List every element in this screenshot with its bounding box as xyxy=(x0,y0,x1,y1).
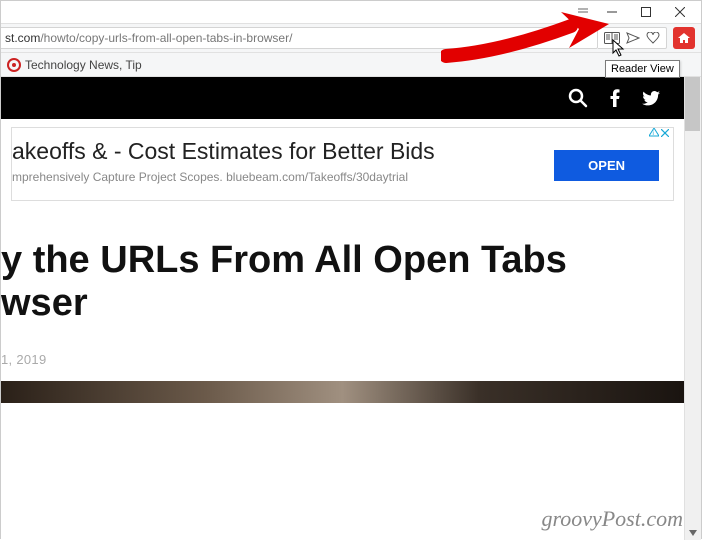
url-input[interactable]: st.com/howto/copy-urls-from-all-open-tab… xyxy=(1,27,598,49)
reader-view-icon[interactable] xyxy=(604,32,620,44)
article: y the URLs From All Open Tabs wser 1, 20… xyxy=(1,209,684,403)
bookmark-label: Technology News, Tip xyxy=(25,58,142,72)
advertisement: i akeoffs & - Cost Estimates for Better … xyxy=(11,127,674,201)
browser-menu-icon[interactable] xyxy=(571,7,595,17)
scroll-down-arrow[interactable] xyxy=(685,525,700,540)
url-path: /howto/copy-urls-from-all-open-tabs-in-b… xyxy=(40,31,292,45)
scroll-thumb[interactable] xyxy=(685,77,700,131)
facebook-icon[interactable] xyxy=(610,89,620,107)
reader-view-tooltip: Reader View xyxy=(605,60,680,78)
ad-choices[interactable]: i xyxy=(649,128,669,138)
window-close-button[interactable] xyxy=(663,2,697,22)
address-bar-actions xyxy=(598,27,667,49)
window-titlebar xyxy=(1,1,701,23)
window-minimize-button[interactable] xyxy=(595,2,629,22)
watermark: groovyPost.com xyxy=(541,506,683,532)
send-icon[interactable] xyxy=(626,32,640,44)
ad-open-button[interactable]: OPEN xyxy=(554,150,659,181)
bookmarks-bar: Technology News, Tip xyxy=(1,53,701,77)
site-header xyxy=(1,77,684,119)
scrollbar[interactable] xyxy=(684,77,701,540)
page-viewport: i akeoffs & - Cost Estimates for Better … xyxy=(1,77,701,540)
search-icon[interactable] xyxy=(568,88,588,108)
address-bar-row: st.com/howto/copy-urls-from-all-open-tab… xyxy=(1,23,701,53)
web-page: i akeoffs & - Cost Estimates for Better … xyxy=(1,77,684,540)
article-date: 1, 2019 xyxy=(1,352,684,367)
article-title: y the URLs From All Open Tabs wser xyxy=(1,239,684,326)
twitter-icon[interactable] xyxy=(642,91,660,106)
bookmark-item[interactable]: Technology News, Tip xyxy=(7,58,142,72)
home-button[interactable] xyxy=(673,27,695,49)
article-hero-image xyxy=(1,381,684,403)
heart-icon[interactable] xyxy=(646,32,660,44)
url-domain: st.com xyxy=(5,31,40,45)
bookmark-favicon xyxy=(7,58,21,72)
svg-text:i: i xyxy=(653,131,654,137)
window-maximize-button[interactable] xyxy=(629,2,663,22)
